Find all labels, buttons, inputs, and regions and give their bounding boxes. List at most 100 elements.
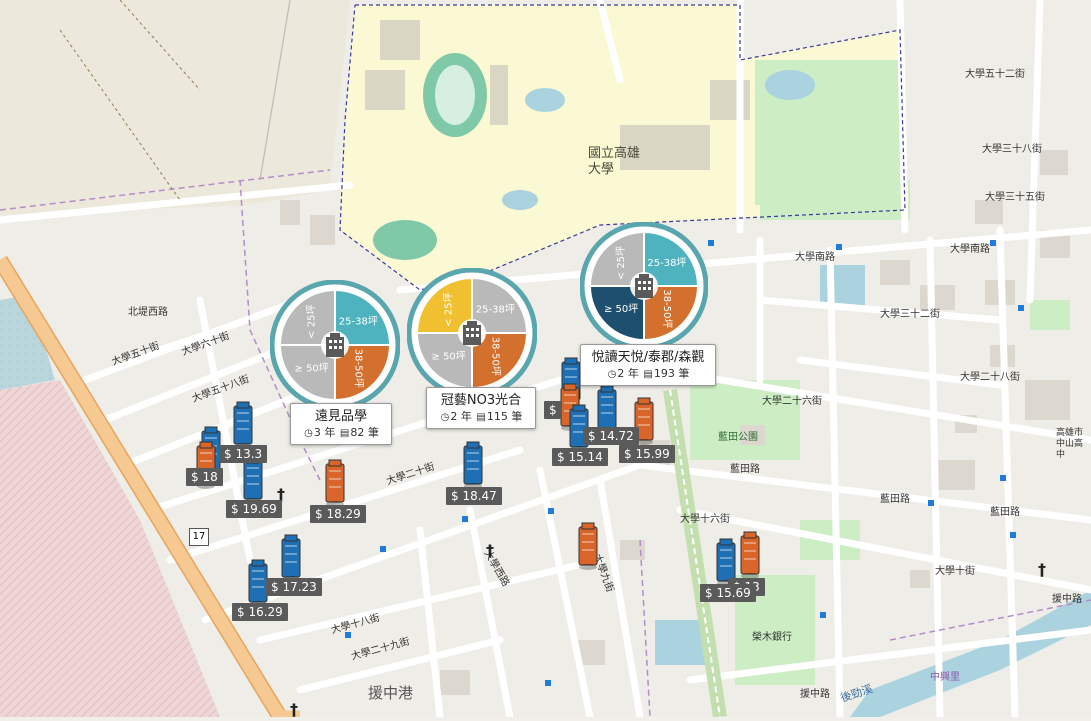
bus-stop-icon — [1018, 305, 1024, 311]
age-value: 2 — [617, 367, 625, 380]
community-meta: ◷2 年 ▤115 筆 — [433, 409, 529, 425]
community-name: 遠見品學 — [314, 409, 367, 424]
bus-stop-icon — [545, 680, 551, 686]
count-unit: 筆 — [678, 367, 690, 380]
price-tag[interactable]: $ 13.3 — [219, 445, 268, 463]
building-pin-orange[interactable] — [322, 458, 348, 508]
count-unit: 筆 — [511, 410, 523, 423]
route-shield: 17 — [189, 528, 209, 546]
street-label: 大學三十二街 — [880, 309, 940, 320]
cluster-size-chart[interactable]: < 25坪 25-38坪 38-50坪 ≥ 50坪 — [270, 280, 400, 410]
street-label: 大學十六街 — [680, 514, 730, 525]
price-tag[interactable]: $ 18.29 — [310, 505, 366, 523]
bus-stop-icon — [990, 240, 996, 246]
document-icon: ▤ — [339, 428, 350, 439]
cluster-segment-label: < 25坪 — [614, 246, 627, 280]
clock-icon: ◷ — [607, 369, 617, 380]
cluster-info-card[interactable]: 悅讀天悅/泰郡/森觀 ◷2 年 ▤193 筆 — [580, 344, 716, 386]
cluster-segment-label: 25-38坪 — [339, 315, 378, 328]
street-label: 大學三十八街 — [982, 144, 1042, 155]
age-unit: 年 — [460, 410, 472, 423]
price-tag[interactable]: $ 19.69 — [226, 500, 282, 518]
cluster-segment-label: 38-50坪 — [661, 289, 674, 328]
park-label: 藍田公園 — [718, 432, 758, 443]
church-icon: † — [1038, 560, 1046, 579]
price-tag[interactable]: $ 18.47 — [446, 487, 502, 505]
price-tag[interactable]: $ 18 — [186, 468, 223, 486]
bus-stop-icon — [820, 612, 826, 618]
bus-stop-icon — [928, 500, 934, 506]
cluster-segment-label: 25-38坪 — [647, 256, 686, 269]
community-name: 冠藝NO3光合 — [440, 393, 522, 408]
building-pin-orange[interactable] — [575, 521, 601, 571]
community-meta: ◷3 年 ▤82 筆 — [297, 425, 385, 441]
price-tag[interactable]: $ 15.99 — [619, 445, 675, 463]
clock-icon: ◷ — [440, 412, 450, 423]
street-label: 大學三十五街 — [985, 192, 1045, 203]
price-tag[interactable]: $ 16.29 — [232, 603, 288, 621]
community-meta: ◷2 年 ▤193 筆 — [587, 366, 709, 382]
bus-stop-icon — [1010, 532, 1016, 538]
community-name: 悅讀天悅/泰郡/森觀 — [591, 350, 705, 365]
bus-stop-icon — [380, 546, 386, 552]
school-label: 高雄市中山高中 — [1056, 428, 1084, 460]
clock-icon: ◷ — [304, 428, 313, 439]
cluster-size-chart[interactable]: < 25坪 25-38坪 38-50坪 ≥ 50坪 — [580, 222, 708, 350]
street-label: 藍田路 — [880, 494, 910, 505]
street-label: 大學二十八街 — [960, 372, 1020, 383]
district-label: 援中港 — [368, 684, 414, 702]
age-value: 2 — [450, 410, 458, 423]
cluster-segment-label: < 25坪 — [305, 305, 318, 339]
map-base — [0, 0, 1091, 721]
street-label: 援中路 — [1052, 594, 1082, 605]
price-tag[interactable]: $ 14.72 — [583, 427, 639, 445]
count-value: 193 — [653, 367, 675, 380]
street-label: 藍田路 — [990, 507, 1020, 518]
street-label: 藍田路 — [730, 464, 760, 475]
building-pin-blue[interactable] — [460, 440, 486, 490]
bus-stop-icon — [1000, 475, 1006, 481]
street-label: 大學十街 — [935, 566, 975, 577]
map-canvas[interactable]: 國立高雄大學 藍田公園 榮木銀行 高雄市中山高中 援中港 17 大學五十二街 大… — [0, 0, 1091, 721]
document-icon: ▤ — [476, 412, 486, 423]
age-unit: 年 — [324, 426, 336, 439]
cluster-info-card[interactable]: 遠見品學 ◷3 年 ▤82 筆 — [290, 403, 392, 445]
count-unit: 筆 — [367, 426, 379, 439]
campus-label: 國立高雄大學 — [588, 146, 641, 177]
building-pin-blue[interactable] — [230, 400, 256, 450]
bank-label: 榮木銀行 — [752, 632, 792, 643]
building-pin-blue[interactable] — [278, 533, 304, 583]
price-tag[interactable]: $ 17.23 — [266, 578, 322, 596]
bus-stop-icon — [836, 244, 842, 250]
age-value: 3 — [313, 426, 321, 439]
cluster-segment-label: ≥ 50坪 — [604, 302, 638, 315]
street-label: 大學南路 — [950, 244, 990, 255]
street-label: 北堤西路 — [128, 307, 168, 318]
cluster-segment-label: ≥ 50坪 — [295, 361, 329, 374]
cluster-segment-label: 25-38坪 — [476, 303, 515, 316]
price-tag[interactable]: $ 15.14 — [552, 448, 608, 466]
cluster-segment-label: < 25坪 — [442, 293, 455, 327]
bus-stop-icon — [708, 240, 714, 246]
price-tag[interactable]: $ — [544, 401, 562, 419]
cluster-segment-label: 38-50坪 — [489, 337, 502, 376]
street-label: 大學五十二街 — [965, 69, 1025, 80]
count-value: 115 — [486, 410, 508, 423]
bus-stop-icon — [548, 508, 554, 514]
cluster-info-card[interactable]: 冠藝NO3光合 ◷2 年 ▤115 筆 — [426, 387, 536, 429]
bus-stop-icon — [345, 632, 351, 638]
street-label: 援中路 — [800, 689, 830, 700]
cluster-segment-label: ≥ 50坪 — [432, 349, 466, 362]
document-icon: ▤ — [643, 369, 653, 380]
cluster-segment-label: 38-50坪 — [352, 349, 365, 388]
street-label: 大學南路 — [795, 252, 835, 263]
count-value: 82 — [350, 426, 365, 439]
age-unit: 年 — [627, 367, 639, 380]
church-icon: † — [290, 700, 298, 719]
street-label: 中興里 — [930, 672, 960, 683]
building-pin-orange[interactable] — [737, 530, 763, 580]
street-label: 大學二十六街 — [762, 396, 822, 407]
bus-stop-icon — [462, 516, 468, 522]
cluster-size-chart[interactable]: < 25坪 25-38坪 38-50坪 ≥ 50坪 — [407, 268, 537, 398]
price-tag[interactable]: $ 15.69 — [700, 584, 756, 602]
